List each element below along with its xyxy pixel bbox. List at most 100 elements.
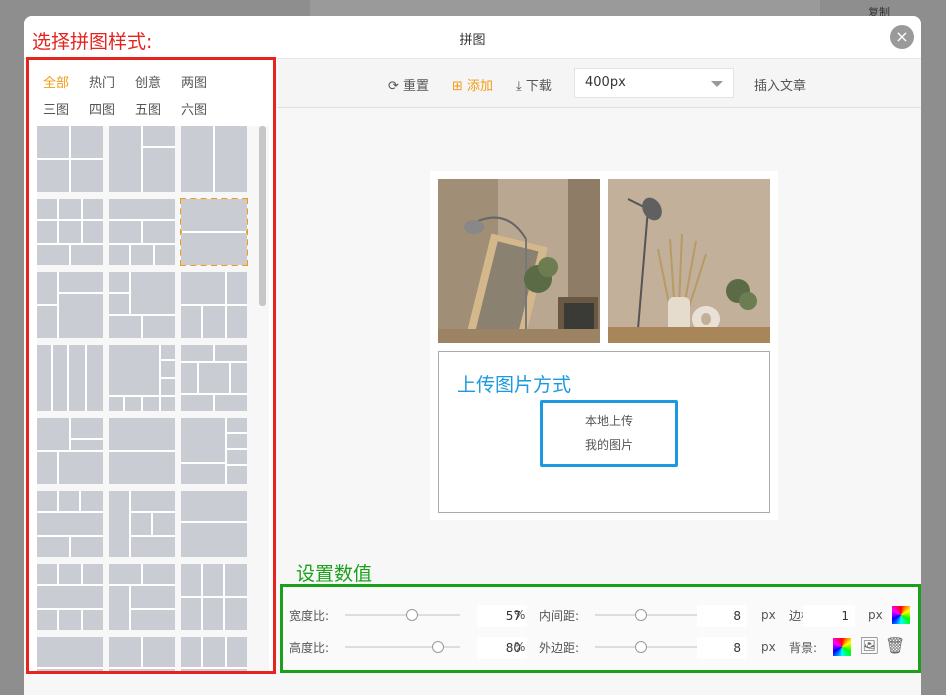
- photo-mirror-lamp[interactable]: [438, 179, 600, 343]
- inner-margin-slider[interactable]: [595, 609, 710, 621]
- layout-cell: [71, 440, 103, 450]
- trash-icon[interactable]: 🗑: [885, 636, 905, 655]
- outer-margin-knob[interactable]: [635, 641, 647, 653]
- layout-cell: [59, 452, 103, 484]
- insert-article-button[interactable]: 插入文章: [754, 75, 806, 94]
- width-ratio-knob[interactable]: [406, 609, 418, 621]
- template-scrollbar[interactable]: [259, 126, 266, 306]
- layout-template[interactable]: [181, 418, 247, 484]
- layout-cell: [109, 637, 141, 667]
- height-ratio-knob[interactable]: [432, 641, 444, 653]
- layout-cell: [181, 464, 225, 484]
- layout-template[interactable]: [109, 199, 175, 265]
- my-images-option[interactable]: 我的图片: [543, 433, 675, 457]
- layout-template[interactable]: [37, 126, 103, 192]
- layout-template[interactable]: [181, 126, 247, 192]
- layout-template[interactable]: [37, 418, 103, 484]
- tab-four[interactable]: 四图: [89, 100, 135, 126]
- background-label: 背景:: [789, 641, 818, 655]
- layout-template[interactable]: [37, 564, 103, 630]
- template-grid: [37, 126, 269, 671]
- layout-cell: [83, 221, 103, 243]
- layout-cell: [71, 126, 103, 158]
- layout-cell: [181, 363, 197, 393]
- layout-template[interactable]: [109, 345, 175, 411]
- layout-cell: [161, 397, 175, 411]
- background-image-icon[interactable]: 🖼: [859, 636, 879, 655]
- layout-template[interactable]: [37, 637, 103, 671]
- layout-template[interactable]: [37, 491, 103, 557]
- layout-cell: [143, 126, 175, 146]
- close-icon: ×: [895, 27, 909, 46]
- layout-cell: [181, 345, 213, 361]
- photo-lamp-wheat[interactable]: [608, 179, 770, 343]
- layout-template[interactable]: [109, 564, 175, 630]
- layout-template[interactable]: [109, 491, 175, 557]
- tab-creative[interactable]: 创意: [135, 73, 181, 99]
- width-ratio-unit: %: [514, 608, 526, 622]
- layout-template[interactable]: [181, 491, 247, 557]
- layout-template[interactable]: [37, 272, 103, 338]
- layout-cell: [71, 245, 103, 265]
- layout-cell: [37, 537, 69, 557]
- layout-cell: [71, 418, 103, 438]
- layout-template[interactable]: [37, 345, 103, 411]
- width-ratio-slider[interactable]: [345, 609, 460, 621]
- border-color-picker-icon[interactable]: [892, 606, 910, 624]
- inner-margin-value[interactable]: 8: [697, 605, 747, 627]
- layout-cell: [143, 637, 175, 667]
- annotation-select-style: 选择拼图样式:: [32, 31, 153, 53]
- layout-cell: [227, 418, 247, 432]
- border-value[interactable]: 1: [803, 605, 855, 627]
- layout-cell: [109, 397, 123, 411]
- height-ratio-slider[interactable]: [345, 641, 460, 653]
- inner-margin-knob[interactable]: [635, 609, 647, 621]
- tab-popular[interactable]: 热门: [89, 73, 135, 99]
- modal-title: 拼图: [459, 33, 486, 48]
- photo-mirror-lamp-image: [438, 179, 600, 343]
- layout-template[interactable]: [181, 272, 247, 338]
- layout-cell: [203, 306, 225, 338]
- tab-all[interactable]: 全部: [43, 73, 89, 99]
- layout-cell: [37, 491, 57, 511]
- layout-template-selected[interactable]: [180, 198, 248, 266]
- layout-template[interactable]: [181, 345, 247, 411]
- layout-cell: [131, 610, 175, 630]
- layout-template[interactable]: [37, 199, 103, 265]
- layout-cell: [131, 537, 175, 557]
- tab-two[interactable]: 两图: [181, 73, 227, 99]
- upload-title: 上传图片方式: [457, 374, 572, 396]
- layout-template[interactable]: [109, 637, 175, 671]
- layout-cell: [109, 221, 141, 243]
- layout-cell: [143, 564, 175, 584]
- tab-three[interactable]: 三图: [43, 100, 89, 126]
- close-button[interactable]: ×: [890, 25, 914, 49]
- download-button[interactable]: ⤓ 下载: [516, 75, 552, 94]
- chevron-down-icon: [711, 81, 723, 87]
- layout-cell: [37, 513, 103, 535]
- layout-cell: [131, 491, 175, 511]
- reset-button[interactable]: ⟳ 重置: [388, 75, 429, 94]
- tab-five[interactable]: 五图: [135, 100, 181, 126]
- download-icon: ⤓: [516, 79, 522, 94]
- layout-template[interactable]: [181, 564, 247, 630]
- background-color-picker-icon[interactable]: [833, 638, 851, 656]
- layout-cell: [109, 452, 175, 484]
- layout-cell: [59, 564, 81, 584]
- annotation-settings: 设置数值: [296, 563, 373, 585]
- layout-cell: [37, 306, 57, 338]
- size-select[interactable]: 400px: [574, 68, 734, 98]
- local-upload-option[interactable]: 本地上传: [543, 409, 675, 433]
- add-button[interactable]: ⊞ 添加: [452, 75, 493, 94]
- layout-cell: [71, 537, 103, 557]
- outer-margin-value[interactable]: 8: [697, 637, 747, 659]
- layout-cell: [37, 221, 57, 243]
- layout-template[interactable]: [109, 272, 175, 338]
- layout-cell: [59, 221, 81, 243]
- layout-template[interactable]: [181, 637, 247, 671]
- outer-margin-slider[interactable]: [595, 641, 710, 653]
- layout-template[interactable]: [109, 418, 175, 484]
- tab-six[interactable]: 六图: [181, 100, 227, 126]
- layout-template[interactable]: [109, 126, 175, 192]
- layout-cell: [59, 491, 79, 511]
